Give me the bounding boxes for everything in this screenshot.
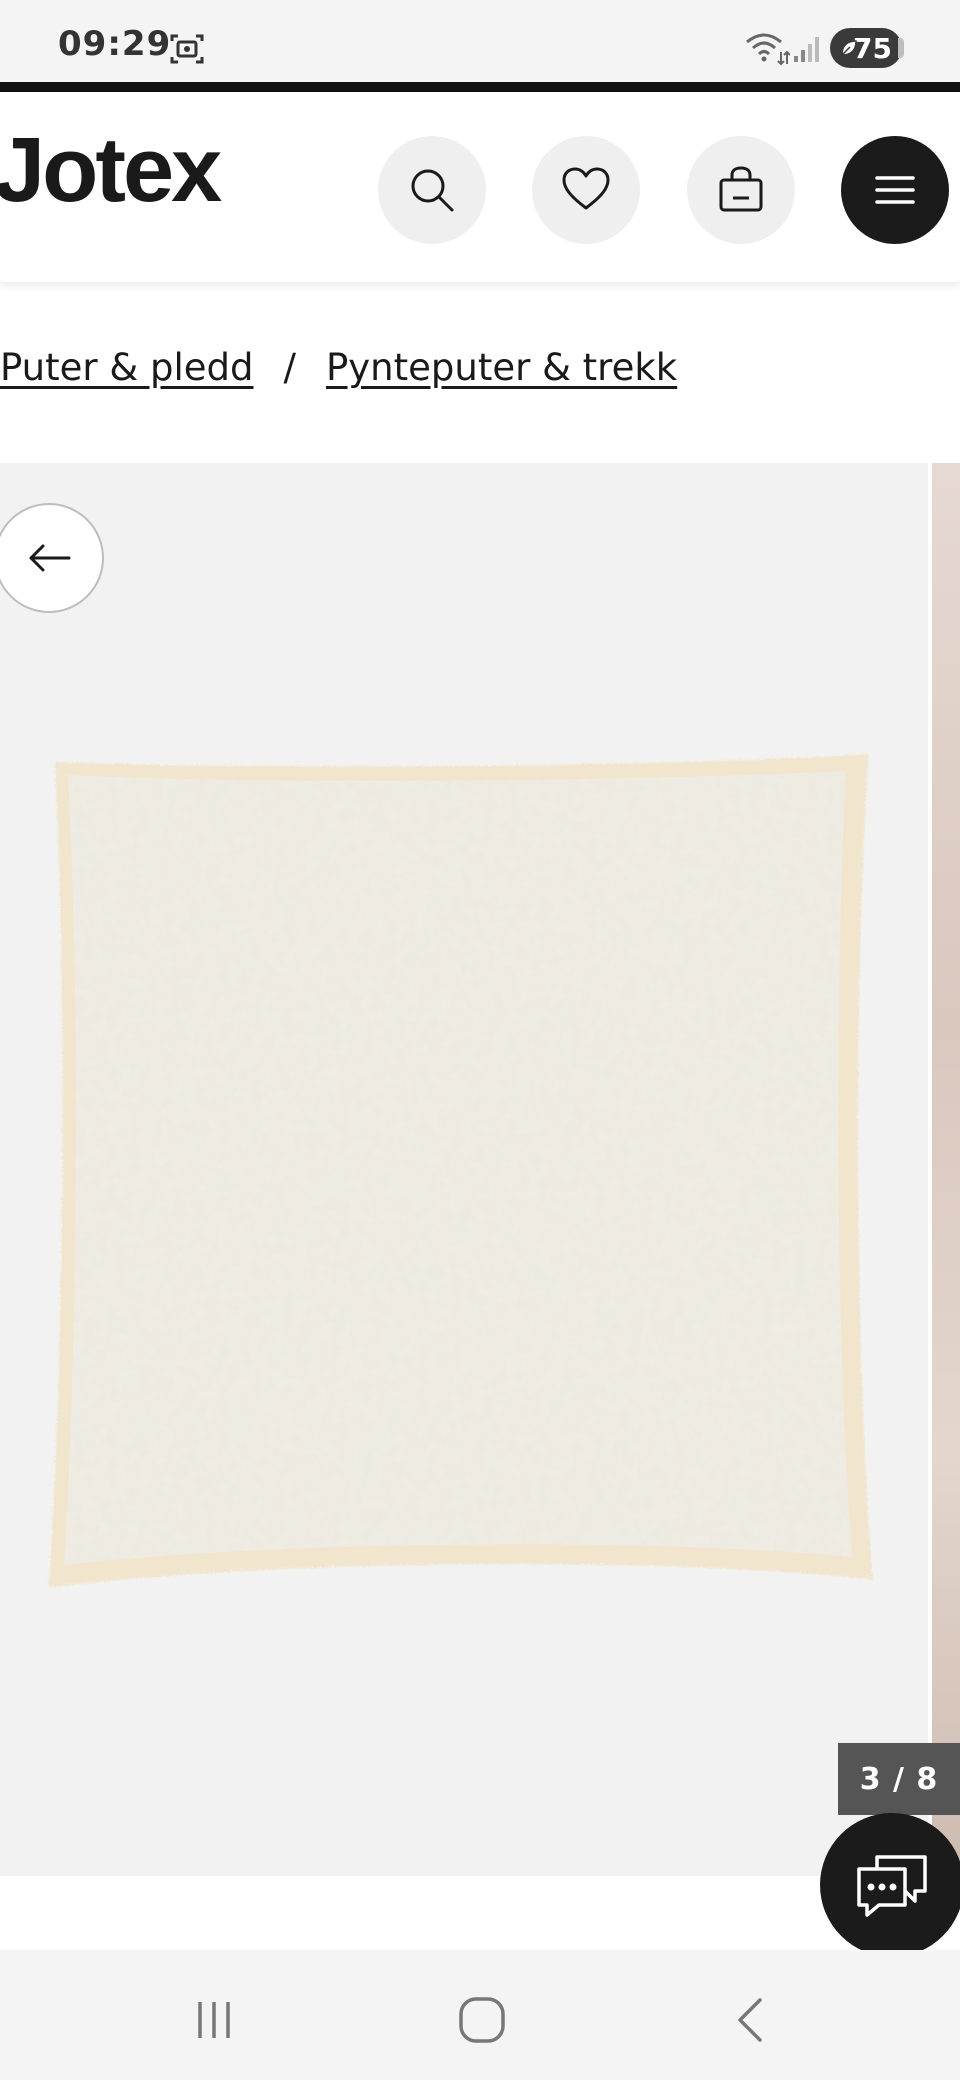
progress-bar xyxy=(0,82,960,92)
home-button[interactable] xyxy=(452,1990,512,2050)
search-button[interactable] xyxy=(378,136,486,244)
battery-saver-icon xyxy=(841,40,857,56)
back-button[interactable] xyxy=(722,1990,782,2050)
chat-bubble-icon xyxy=(857,1855,927,1917)
next-gallery-image[interactable] xyxy=(928,463,960,1876)
battery-nub xyxy=(898,38,904,58)
gallery-counter: 3 / 8 xyxy=(838,1743,960,1815)
recents-icon xyxy=(198,2002,230,2038)
site-header: Jotex xyxy=(0,92,960,282)
screenshot-icon xyxy=(170,34,204,64)
breadcrumb-separator: / xyxy=(283,346,296,389)
menu-button[interactable] xyxy=(841,136,949,244)
menu-icon xyxy=(875,176,915,204)
breadcrumb-link-puter-pledd[interactable]: Puter & pledd xyxy=(0,346,253,389)
wifi-icon xyxy=(746,33,790,66)
chat-button[interactable] xyxy=(820,1813,960,1957)
site-logo[interactable]: Jotex xyxy=(0,124,222,216)
status-time: 09:29 xyxy=(58,24,172,64)
signal-icon xyxy=(794,37,819,62)
recents-button[interactable] xyxy=(184,1990,244,2050)
arrow-left-icon xyxy=(29,544,71,572)
status-bar: 09:29 75 xyxy=(0,0,960,84)
wishlist-button[interactable] xyxy=(532,136,640,244)
heart-icon xyxy=(562,167,610,210)
back-icon xyxy=(738,1998,762,2042)
cart-button[interactable] xyxy=(687,136,795,244)
home-icon xyxy=(459,1997,505,2043)
shopping-bag-icon xyxy=(719,166,763,212)
system-navigation-bar xyxy=(0,1950,960,2080)
battery-icon: 75 xyxy=(830,28,902,68)
breadcrumb-link-pynteputer-trekk[interactable]: Pynteputer & trekk xyxy=(326,346,677,389)
product-image-cushion xyxy=(46,751,870,1585)
breadcrumb: Puter & pledd / Pynteputer & trekk xyxy=(0,346,677,389)
search-icon xyxy=(411,169,454,212)
